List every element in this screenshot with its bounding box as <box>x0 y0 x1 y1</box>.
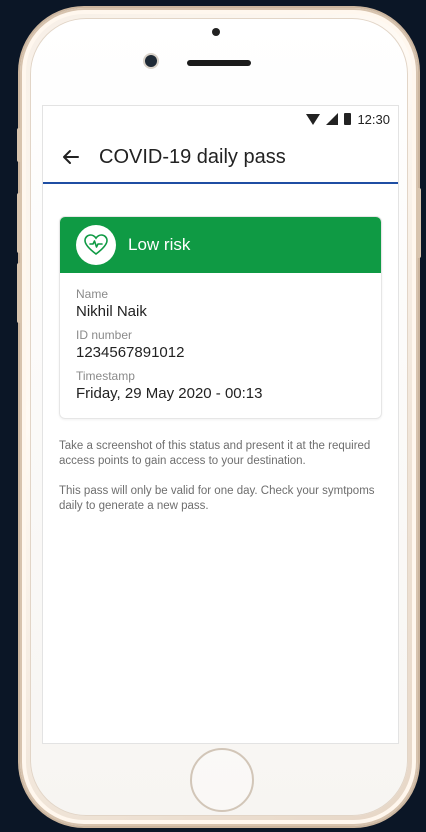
app-screen: 12:30 COVID-19 daily pass Low risk Name … <box>43 106 398 743</box>
name-value: Nikhil Naik <box>76 303 147 320</box>
id-field: ID number 1234567891012 <box>76 328 365 361</box>
instruction-validity: This pass will only be valid for one day… <box>59 485 375 512</box>
timestamp-value: Friday, 29 May 2020 - 00:13 <box>76 385 263 402</box>
pass-status-header: Low risk <box>60 217 381 273</box>
heart-pulse-icon <box>84 234 108 256</box>
wifi-icon <box>306 113 321 125</box>
instructions: Take a screenshot of this status and pre… <box>59 439 382 514</box>
id-value: 1234567891012 <box>76 344 185 361</box>
status-time: 12:30 <box>357 111 390 127</box>
risk-status: Low risk <box>128 235 191 254</box>
home-button[interactable] <box>190 748 254 812</box>
timestamp-field: Timestamp Friday, 29 May 2020 - 00:13 <box>76 369 365 402</box>
front-camera <box>145 55 157 67</box>
proximity-sensor <box>212 28 220 36</box>
pass-card: Low risk Name Nikhil Naik ID number 1234… <box>59 216 382 419</box>
status-badge <box>76 225 116 265</box>
pass-details: Name Nikhil Naik ID number 1234567891012… <box>60 273 381 418</box>
earpiece-speaker <box>187 60 251 66</box>
content-area: Low risk Name Nikhil Naik ID number 1234… <box>43 184 398 514</box>
power-button <box>416 188 421 258</box>
mute-switch <box>17 128 22 162</box>
app-bar: COVID-19 daily pass <box>43 132 398 184</box>
status-bar: 12:30 <box>43 106 398 132</box>
instruction-screenshot: Take a screenshot of this status and pre… <box>59 440 371 467</box>
arrow-left-icon <box>63 150 79 164</box>
timestamp-label: Timestamp <box>76 369 135 383</box>
name-label: Name <box>76 287 109 301</box>
volume-down-button <box>17 263 22 323</box>
volume-up-button <box>17 193 22 253</box>
back-button[interactable] <box>43 147 99 167</box>
signal-icon <box>326 113 339 125</box>
name-field: Name Nikhil Naik <box>76 287 365 320</box>
id-label: ID number <box>76 328 133 342</box>
page-title: COVID-19 daily pass <box>99 145 286 168</box>
battery-icon <box>344 113 352 125</box>
